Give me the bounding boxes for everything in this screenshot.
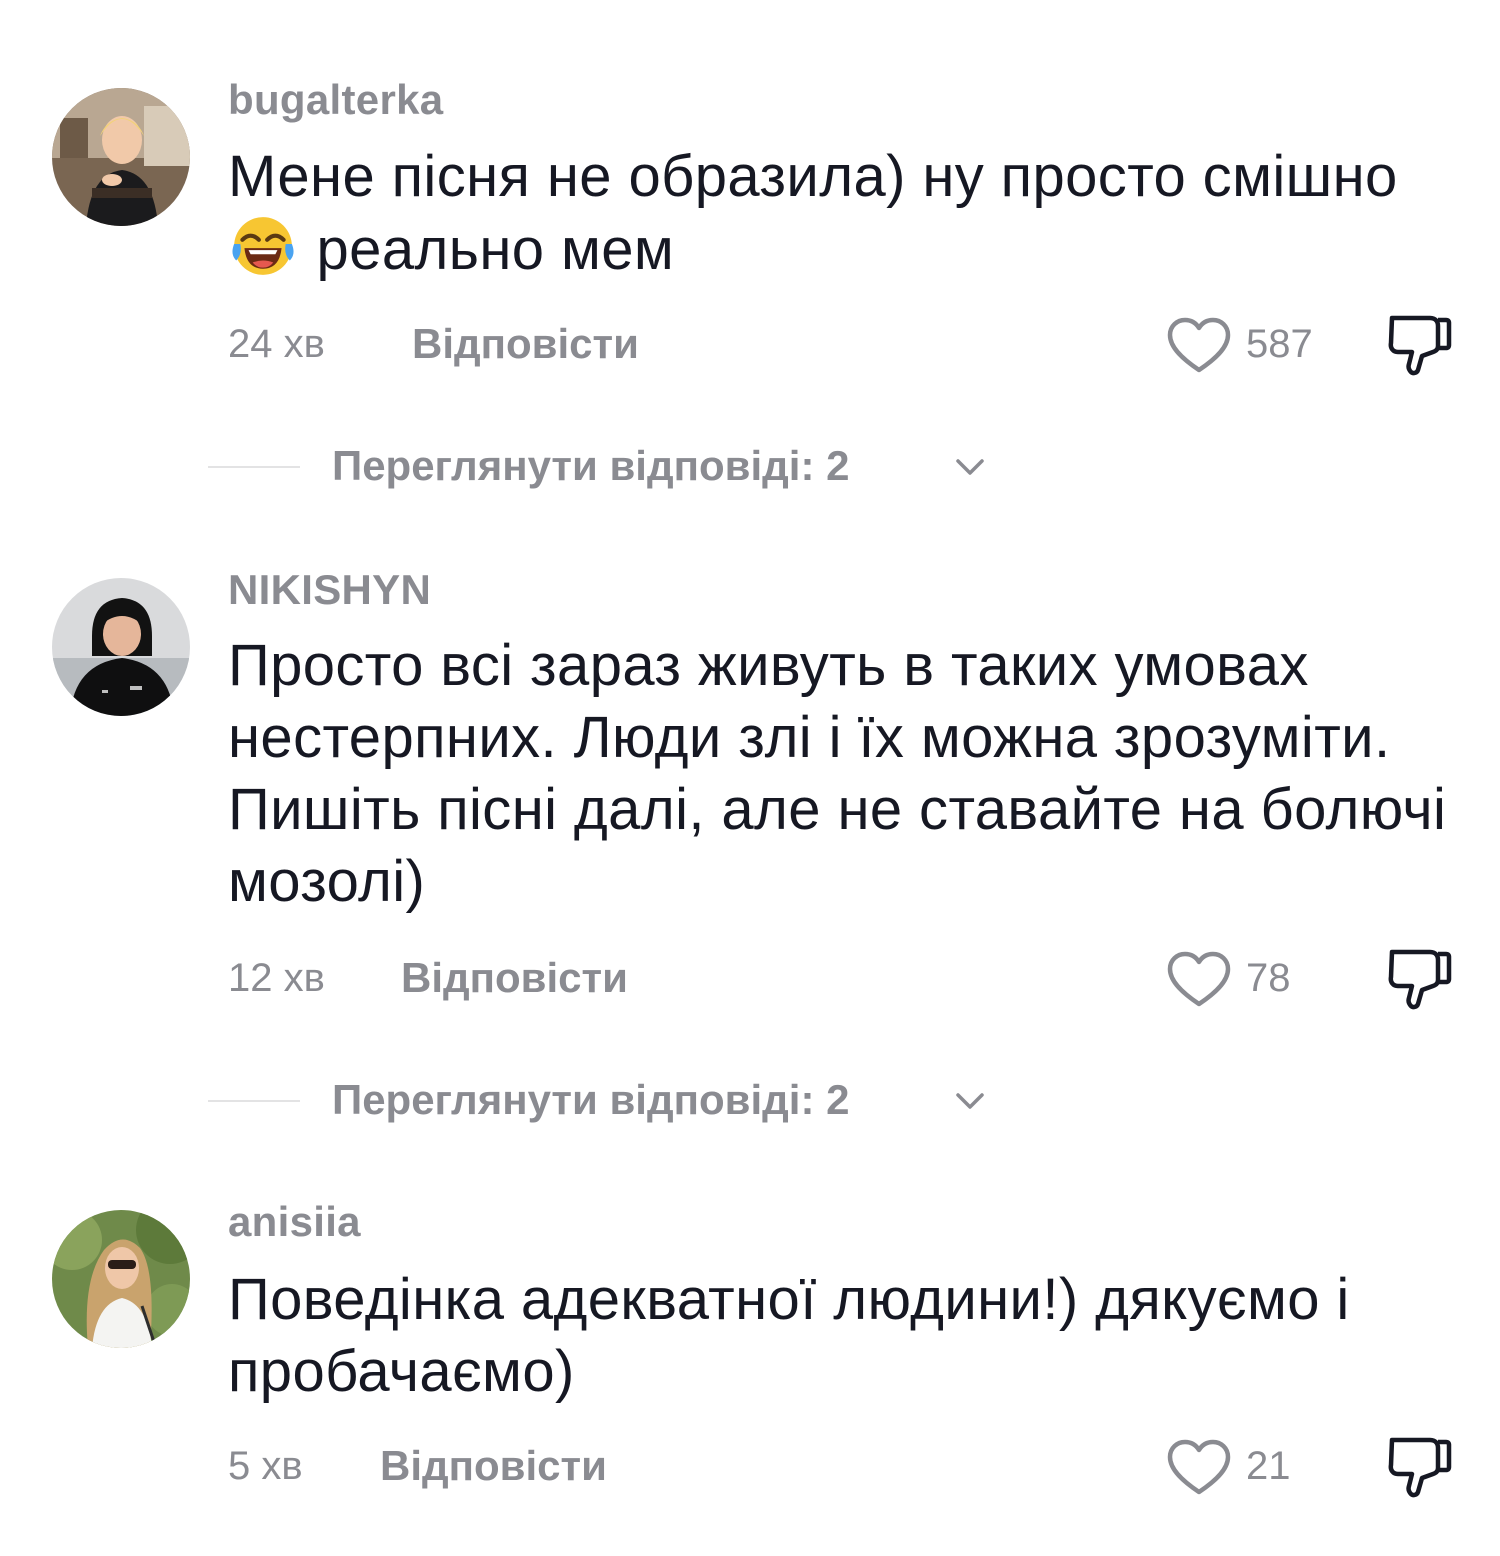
comment-timestamp: 5 хв bbox=[228, 1444, 303, 1488]
like-count: 587 bbox=[1246, 322, 1313, 366]
avatar-image bbox=[52, 1210, 190, 1348]
replies-divider bbox=[208, 466, 300, 468]
like-count: 21 bbox=[1246, 1444, 1291, 1488]
comment-text: Поведінка адекватної людини!) дякуємо і … bbox=[228, 1267, 1350, 1404]
comment-text: Просто всі зараз живуть в таких умовах н… bbox=[228, 633, 1447, 914]
comment-username[interactable]: bugalterka bbox=[228, 76, 443, 124]
view-replies-label: Переглянути відповіді: 2 bbox=[332, 1076, 850, 1123]
comment-meta-row: 12 хв Відповісти 78 bbox=[228, 948, 1452, 1010]
avatar[interactable] bbox=[52, 578, 190, 716]
thumbs-down-icon[interactable] bbox=[1386, 1430, 1452, 1500]
reply-button[interactable]: Відповісти bbox=[380, 1436, 607, 1496]
like-count: 78 bbox=[1246, 956, 1291, 1000]
reply-button[interactable]: Відповісти bbox=[401, 948, 628, 1008]
face-with-tears-of-joy-icon bbox=[232, 217, 294, 275]
like-button[interactable]: 78 bbox=[1166, 948, 1326, 1008]
comment-username[interactable]: anisiia bbox=[228, 1198, 361, 1246]
avatar-image bbox=[52, 578, 190, 716]
like-button[interactable]: 587 bbox=[1166, 314, 1326, 374]
comment-timestamp: 12 хв bbox=[228, 956, 325, 1000]
reply-button[interactable]: Відповісти bbox=[412, 314, 639, 374]
thumbs-down-icon[interactable] bbox=[1386, 308, 1452, 378]
comment-meta-row: 5 хв Відповісти 21 bbox=[228, 1436, 1452, 1498]
comment-text-part: Мене пісня не образила) ну просто смішно bbox=[228, 144, 1398, 209]
chevron-down-icon bbox=[956, 459, 984, 475]
like-button[interactable]: 21 bbox=[1166, 1436, 1326, 1496]
chevron-down-icon bbox=[956, 1093, 984, 1109]
comment-username[interactable]: NIKISHYN bbox=[228, 566, 431, 614]
thumbs-down-icon[interactable] bbox=[1386, 942, 1452, 1012]
comment-meta-row: 24 хв Відповісти 587 bbox=[228, 314, 1452, 376]
comment-timestamp: 24 хв bbox=[228, 322, 325, 366]
heart-icon bbox=[1167, 1439, 1231, 1495]
avatar[interactable] bbox=[52, 1210, 190, 1348]
view-replies-label: Переглянути відповіді: 2 bbox=[332, 442, 850, 489]
replies-divider bbox=[208, 1100, 300, 1102]
heart-icon bbox=[1167, 951, 1231, 1007]
avatar[interactable] bbox=[52, 88, 190, 226]
comment-text: Мене пісня не образила) ну просто смішно… bbox=[228, 141, 1468, 286]
avatar-image bbox=[52, 88, 190, 226]
comment-text-part: реально мем bbox=[300, 217, 675, 282]
heart-icon bbox=[1167, 317, 1231, 373]
